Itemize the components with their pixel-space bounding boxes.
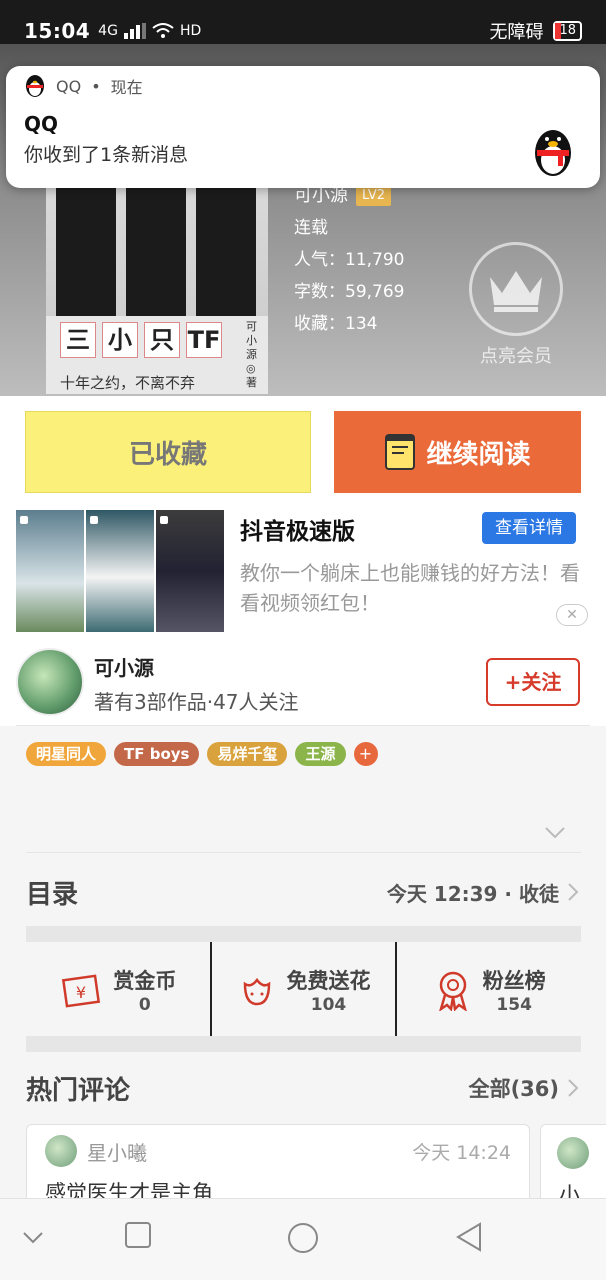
svg-text:¥: ¥: [76, 983, 86, 1002]
cover-title: 三 小 只 TF: [60, 322, 222, 358]
signal-icon: [123, 23, 146, 39]
book-favorites: 收藏：134: [294, 314, 378, 334]
medal-icon: [438, 971, 467, 1011]
catalog-row[interactable]: 目录 今天 12:39 · 收徒: [26, 862, 581, 922]
comments-title: 热门评论: [26, 1075, 131, 1106]
follow-button[interactable]: +关注: [486, 658, 580, 706]
battery-level: 18: [559, 23, 576, 38]
section-separator: [26, 926, 581, 942]
avatar: [557, 1137, 589, 1169]
comments-header[interactable]: 热门评论 全部(36): [26, 1060, 581, 1116]
comment-time: 今天 14:24: [412, 1141, 511, 1164]
all-comments-link[interactable]: 全部(36): [469, 1073, 559, 1103]
ad-description: 教你一个躺床上也能赚钱的好方法！看看视频领红包！: [240, 561, 580, 615]
ad-detail-button[interactable]: 查看详情: [482, 512, 576, 544]
battery-icon: 18: [553, 21, 582, 41]
cover-subtitle: 十年之约，不离不弃: [60, 374, 196, 392]
vip-label: 点亮会员: [480, 346, 552, 367]
tag[interactable]: 明星同人: [26, 742, 107, 766]
notification-title: QQ: [24, 112, 59, 136]
ad-banner[interactable]: 抖音极速版 查看详情 教你一个躺床上也能赚钱的好方法！看看视频领红包！ ✕: [0, 504, 606, 640]
chevron-right-icon: [568, 1079, 579, 1097]
level-badge: LV2: [356, 186, 391, 206]
ad-app-name: 抖音极速版: [240, 519, 355, 545]
cover-author: 可小源◎著: [246, 320, 257, 389]
chevron-down-icon[interactable]: [544, 826, 566, 840]
status-time: 15:04: [24, 19, 91, 43]
notification-app: QQ: [56, 76, 82, 96]
continue-read-label: 继续阅读: [426, 439, 531, 470]
back-icon[interactable]: [454, 1221, 484, 1253]
avatar[interactable]: [45, 1135, 77, 1167]
crown-icon: [490, 271, 542, 312]
author-card[interactable]: 可小源 著有3部作品·47人关注 +关注: [0, 640, 606, 726]
catalog-title: 目录: [26, 879, 79, 910]
tag[interactable]: 王源: [295, 742, 346, 766]
ad-thumb: [16, 510, 84, 632]
notification-body: 你收到了1条新消息: [24, 144, 189, 166]
qq-notification[interactable]: QQ • 现在 QQ 你收到了1条新消息: [6, 66, 600, 188]
book-words: 字数：59,769: [294, 282, 405, 302]
avatar[interactable]: [16, 648, 84, 716]
system-nav-bar: [0, 1198, 606, 1280]
tag-list: 明星同人 TF boys 易烊千玺 王源 +: [26, 742, 378, 766]
divider: [16, 725, 590, 726]
home-icon[interactable]: [286, 1221, 320, 1255]
stats-row: ¥ 赏金币 0 免费送花 104 粉丝榜 154: [26, 942, 581, 1038]
chevron-right-icon: [568, 883, 579, 901]
favorited-button[interactable]: 已收藏: [25, 411, 311, 493]
accessibility-label: 无障碍: [489, 22, 544, 43]
book-info: 可小源 LV2 连载 人气：11,790 字数：59,769 收藏：134: [294, 180, 404, 340]
recent-apps-icon[interactable]: [124, 1221, 152, 1249]
tag[interactable]: TF boys: [114, 742, 200, 766]
wifi-icon: [152, 23, 174, 38]
author-meta: 著有3部作品·47人关注: [94, 690, 299, 714]
ad-close-icon[interactable]: ✕: [556, 604, 588, 626]
book-popularity: 人气：11,790: [294, 250, 405, 270]
qq-penguin-large-icon: [535, 130, 571, 176]
divider: [26, 852, 581, 853]
book-status: 连载: [294, 218, 328, 238]
tag[interactable]: 易烊千玺: [207, 742, 288, 766]
reward-coin-button[interactable]: ¥ 赏金币 0: [26, 942, 210, 1038]
ad-thumb: [156, 510, 224, 632]
author-name: 可小源: [94, 656, 154, 680]
status-icons: 4G HD: [98, 23, 201, 39]
catalog-latest: 今天 12:39 · 收徒: [386, 881, 559, 906]
notification-time: 现在: [110, 78, 143, 97]
section-separator: [26, 1036, 581, 1052]
chevron-down-icon[interactable]: [22, 1231, 44, 1245]
continue-read-button[interactable]: 继续阅读: [334, 411, 581, 493]
ad-thumbnails: [16, 510, 224, 632]
network-type: 4G: [98, 23, 118, 39]
ad-thumb: [86, 510, 154, 632]
flower-icon: [243, 977, 270, 1006]
action-bar: 已收藏 继续阅读: [0, 396, 606, 504]
send-flower-button[interactable]: 免费送花 104: [209, 942, 396, 1038]
fan-rank-button[interactable]: 粉丝榜 154: [395, 942, 581, 1038]
comment-user: 星小曦: [87, 1140, 147, 1165]
vip-button[interactable]: 点亮会员: [466, 242, 566, 368]
add-tag-button[interactable]: +: [353, 742, 378, 766]
coin-envelope-icon: ¥: [62, 974, 101, 1008]
book-icon: [385, 434, 416, 470]
qq-penguin-icon: [26, 75, 44, 97]
hd-icon: HD: [179, 23, 202, 39]
